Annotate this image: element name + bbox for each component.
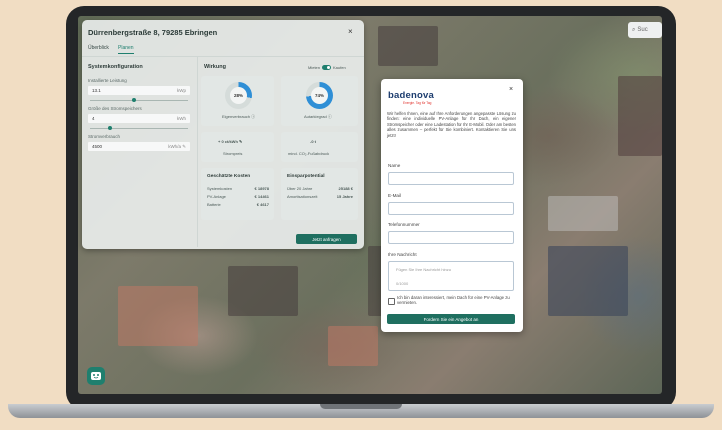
table-row: Über 20 Jahre 25188 € — [287, 186, 353, 191]
row-value: 25188 € — [338, 186, 353, 191]
submit-button[interactable]: Fordern Sie ein Angebot an — [387, 314, 515, 324]
table-row: Amortisationszeit 15 Jahre — [287, 194, 353, 199]
storage-unit: kWh — [177, 116, 186, 121]
email-label: E-Mail — [388, 193, 402, 198]
badenova-logo: badenova — [388, 90, 434, 101]
co2-value: -0 t — [310, 139, 316, 144]
map-building — [378, 26, 438, 66]
phone-input[interactable] — [388, 231, 514, 244]
row-value: € 14461 — [254, 194, 269, 199]
autarky-donut: 74% — [306, 82, 333, 109]
consumption-input[interactable]: 4500 kWh/a ✎ — [88, 142, 190, 151]
message-placeholder: Fügen Sie Ihre Nachricht hinzu — [396, 267, 451, 272]
map-building — [548, 246, 628, 316]
row-label: Amortisationszeit — [287, 194, 318, 199]
consumption-label: Stromverbrauch — [88, 134, 121, 139]
autarky-text: Autarkiegrad — [304, 114, 327, 119]
storage-value: 4 — [92, 116, 95, 121]
savings-title: Einsparpotential — [287, 174, 325, 179]
co2-label: mind. CO₂-Fußabdruck — [288, 151, 330, 156]
request-button[interactable]: Jetzt anfragen — [296, 234, 357, 244]
power-value: 13.1 — [92, 88, 101, 93]
system-config-title: Systemkonfiguration — [88, 64, 143, 70]
price-label: Strompreis — [223, 151, 243, 156]
map-building — [548, 196, 618, 231]
row-label: Systemkosten — [207, 186, 233, 191]
config-panel: Dürrenbergstraße 8, 79285 Ebringen × Übe… — [82, 20, 364, 249]
chat-button[interactable] — [87, 367, 105, 385]
row-value: € 18978 — [254, 186, 269, 191]
panel-title: Dürrenbergstraße 8, 79285 Ebringen — [88, 28, 218, 37]
divider — [82, 56, 364, 57]
close-icon[interactable]: × — [348, 27, 353, 36]
storage-label: Größe des Stromspeichers — [88, 106, 142, 111]
consumption-unit: kWh/a — [168, 143, 181, 149]
power-input[interactable]: 13.1 kWp — [88, 86, 190, 95]
row-value: € 4617 — [256, 202, 269, 207]
self-consumption-text: Eigenverbrauch — [222, 114, 251, 119]
laptop-notch — [320, 404, 402, 409]
storage-slider[interactable] — [90, 128, 188, 129]
price-card — [201, 132, 274, 162]
consumption-value: 4500 — [92, 144, 103, 149]
power-slider[interactable] — [90, 100, 188, 101]
table-row: Batterie € 4617 — [207, 202, 269, 207]
table-row: Systemkosten € 18978 — [207, 186, 269, 191]
map-building — [618, 76, 662, 156]
power-label: Installierte Leistung — [88, 78, 127, 83]
price-value: + 0 ct/kWh ✎ — [218, 139, 242, 144]
message-label: Ihre Nachricht — [388, 252, 417, 257]
co2-card — [281, 132, 358, 162]
intro-text: Wir helfen Ihnen, eine auf Ihre Anforder… — [387, 111, 516, 138]
costs-table: Systemkosten € 18978 PV-Anlage € 14461 Batte… — [207, 186, 269, 210]
close-icon[interactable]: × — [509, 86, 513, 93]
name-label: Name — [388, 163, 401, 168]
power-slider-handle[interactable] — [132, 98, 137, 102]
rent-roof-text: Ich bin daran interessiert, mein Dach fü… — [397, 295, 510, 306]
self-consumption-value: 28% — [230, 87, 247, 104]
tab-plan[interactable]: Planen — [118, 45, 134, 54]
storage-input[interactable]: 4 kWh — [88, 114, 190, 123]
storage-slider-handle[interactable] — [107, 126, 112, 130]
rent-roof-checkbox[interactable] — [388, 298, 395, 305]
self-consumption-label: Eigenverbrauch ⓘ — [222, 114, 255, 120]
rent-buy-toggle[interactable]: Mieten Kaufen — [308, 65, 346, 70]
chat-face-icon — [91, 372, 101, 380]
autarky-value: 74% — [311, 87, 328, 104]
power-unit: kWp — [177, 88, 186, 93]
logo-tagline: Energie. Tag für Tag — [403, 101, 432, 105]
info-icon[interactable]: ⓘ — [251, 114, 255, 119]
pencil-icon[interactable]: ✎ — [239, 139, 242, 144]
tab-overview[interactable]: Überblick — [88, 45, 109, 51]
message-textarea[interactable]: Fügen Sie Ihre Nachricht hinzu 0/1000 — [388, 261, 514, 291]
pencil-icon: ✎ — [182, 143, 186, 149]
table-row: PV-Anlage € 14461 — [207, 194, 269, 199]
price-text: + 0 ct/kWh — [218, 139, 238, 144]
map-building — [328, 326, 378, 366]
name-input[interactable] — [388, 172, 514, 185]
autarky-label: Autarkiegrad ⓘ — [304, 114, 332, 120]
info-icon[interactable]: ⓘ — [328, 114, 332, 119]
phone-label: Telefonnummer — [388, 222, 420, 227]
email-input[interactable] — [388, 202, 514, 215]
map-building — [228, 266, 298, 316]
toggle-switch[interactable] — [322, 65, 332, 70]
map-building — [118, 286, 198, 346]
toggle-buy-label: Kaufen — [333, 65, 346, 70]
map-search-input[interactable]: ⌕ Suc — [628, 22, 662, 38]
row-label: PV-Anlage — [207, 194, 226, 199]
costs-title: Geschätzte Kosten — [207, 174, 251, 179]
self-consumption-donut: 28% — [225, 82, 252, 109]
savings-table: Über 20 Jahre 25188 € Amortisationszeit 15 … — [287, 186, 353, 202]
message-counter: 0/1000 — [396, 281, 409, 286]
search-placeholder: Suc — [637, 27, 648, 33]
contact-modal: badenova Energie. Tag für Tag × Wir helf… — [381, 79, 523, 332]
row-label: Über 20 Jahre — [287, 186, 313, 191]
row-value: 15 Jahre — [336, 194, 353, 199]
row-label: Batterie — [207, 202, 221, 207]
column-divider — [197, 57, 198, 247]
toggle-rent-label: Mieten — [308, 65, 321, 70]
search-icon: ⌕ — [632, 26, 636, 33]
effect-title: Wirkung — [204, 64, 226, 70]
